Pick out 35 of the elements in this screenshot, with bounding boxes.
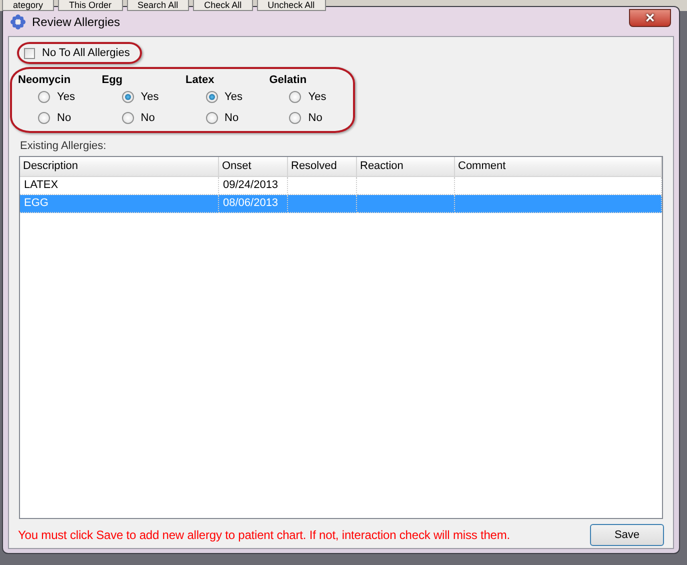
radio-button[interactable] xyxy=(122,91,134,103)
allergy-heading: Latex xyxy=(186,74,214,86)
window-title: Review Allergies xyxy=(32,14,122,28)
radio-label: Yes xyxy=(224,91,242,103)
column-header[interactable]: Description xyxy=(20,157,219,177)
radio-label: No xyxy=(308,112,322,124)
column-header[interactable]: Resolved xyxy=(288,157,357,177)
checkbox[interactable] xyxy=(24,48,35,58)
warning-message: You must click Save to add new allergy to patient chart. If not, interaction check will miss them. xyxy=(18,528,511,542)
radio-label: Yes xyxy=(140,91,159,103)
close-button[interactable]: × xyxy=(629,8,671,26)
radio-label: No xyxy=(224,112,239,124)
radio-button[interactable] xyxy=(289,91,302,103)
allergy-heading: Gelatin xyxy=(269,74,307,86)
allergy-heading: Egg xyxy=(102,74,123,86)
radio-button[interactable] xyxy=(289,112,302,124)
radio-label: No xyxy=(57,112,72,124)
radio-button[interactable] xyxy=(122,112,134,124)
save-button[interactable]: Save xyxy=(590,524,664,546)
checkbox-label: No To All Allergies xyxy=(42,47,130,59)
section-label: Existing Allergies: xyxy=(20,140,106,152)
app-icon xyxy=(10,14,26,30)
radio-label: Yes xyxy=(57,91,75,103)
radio-button[interactable] xyxy=(38,91,50,103)
allergy-heading: Neomycin xyxy=(18,74,71,86)
column-header[interactable]: Reaction xyxy=(357,157,455,177)
radio-button[interactable] xyxy=(38,112,50,124)
column-header[interactable]: Onset xyxy=(219,157,288,177)
table-cell: 08/06/2013 xyxy=(219,195,288,213)
radio-label: No xyxy=(140,112,155,124)
radio-button[interactable] xyxy=(206,91,218,103)
radio-button[interactable] xyxy=(206,112,218,124)
column-header[interactable]: Comment xyxy=(455,157,662,177)
radio-label: Yes xyxy=(308,91,326,103)
table-cell: EGG xyxy=(20,195,219,213)
